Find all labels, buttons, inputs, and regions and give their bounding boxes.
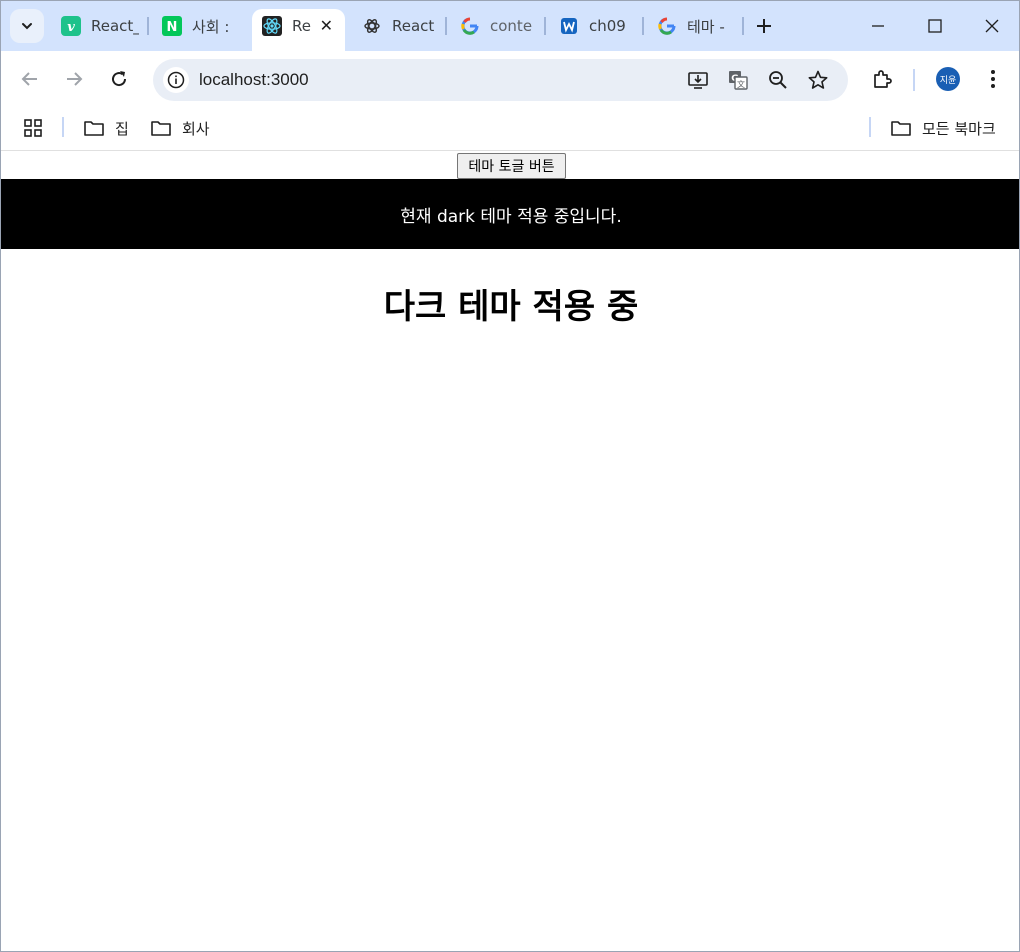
extensions-button[interactable] bbox=[870, 67, 894, 91]
folder-icon bbox=[151, 121, 171, 136]
forward-button[interactable] bbox=[62, 67, 86, 91]
translate-icon[interactable]: G文 bbox=[726, 68, 750, 92]
all-bookmarks-folder[interactable]: 모든 북마크 bbox=[890, 116, 996, 140]
tab-title: 테마 - bbox=[687, 17, 725, 36]
tab-google-theme[interactable]: 테마 - bbox=[657, 9, 729, 43]
folder-icon bbox=[891, 121, 911, 136]
maximize-button[interactable] bbox=[924, 15, 946, 37]
site-info-icon[interactable] bbox=[163, 67, 189, 93]
tab-title: ch09 ( bbox=[589, 17, 629, 35]
bookmark-label: 회사 bbox=[182, 119, 210, 138]
theme-banner: 현재 dark 테마 적용 중입니다. bbox=[1, 179, 1019, 249]
google-g-icon bbox=[657, 16, 677, 36]
tab-chatgpt[interactable]: React bbox=[362, 9, 434, 43]
minimize-icon bbox=[872, 25, 884, 27]
bookmark-star-icon[interactable] bbox=[806, 68, 830, 92]
tab-title: conte bbox=[490, 17, 532, 35]
plus-icon bbox=[757, 19, 771, 33]
bookmarks-bar: 집 회사 모든 북마크 bbox=[1, 109, 1019, 151]
svg-text:v: v bbox=[67, 20, 75, 35]
close-icon bbox=[985, 19, 999, 33]
google-g-icon bbox=[460, 16, 480, 36]
minimize-button[interactable] bbox=[867, 15, 889, 37]
apps-button[interactable] bbox=[23, 116, 53, 140]
browser-toolbar: localhost:3000 G文 bbox=[1, 51, 1019, 109]
svg-text:N: N bbox=[167, 20, 178, 35]
toolbar-divider bbox=[913, 69, 915, 91]
bookmark-folder-home[interactable]: 집 bbox=[83, 116, 129, 140]
close-window-button[interactable] bbox=[981, 15, 1003, 37]
close-tab-icon[interactable]: ✕ bbox=[320, 16, 333, 35]
tab-separator bbox=[445, 17, 447, 35]
tab-strip: v React_ N 사회 : Re ✕ React conte ch09 테마… bbox=[1, 1, 1019, 51]
profile-avatar[interactable]: 지윤 bbox=[936, 67, 960, 91]
page-heading: 다크 테마 적용 중 bbox=[383, 287, 639, 327]
browser-window: v React_ N 사회 : Re ✕ React conte ch09 테마… bbox=[0, 0, 1020, 952]
theme-toggle-button[interactable]: 테마 토글 버튼 bbox=[457, 153, 566, 179]
puzzle-icon bbox=[874, 70, 892, 88]
react-atom-icon bbox=[262, 16, 282, 36]
tab-title: React_ bbox=[91, 17, 139, 35]
install-app-icon[interactable] bbox=[686, 68, 710, 92]
bookmark-separator bbox=[62, 117, 64, 137]
reload-button[interactable] bbox=[107, 67, 131, 91]
reload-icon bbox=[112, 71, 127, 87]
wiki-w-icon bbox=[559, 16, 579, 36]
tab-search-button[interactable] bbox=[10, 9, 44, 43]
chevron-down-icon bbox=[22, 23, 32, 30]
tab-separator bbox=[742, 17, 744, 35]
tab-title: React bbox=[392, 17, 434, 35]
vue-v-icon: v bbox=[61, 16, 81, 36]
tab-title: 사회 : bbox=[192, 17, 230, 36]
svg-text:文: 文 bbox=[737, 79, 745, 89]
tab-google-context[interactable]: conte bbox=[460, 9, 532, 43]
zoom-out-icon[interactable] bbox=[766, 68, 790, 92]
tab-active-react[interactable]: Re ✕ bbox=[252, 9, 345, 51]
all-bookmarks-label: 모든 북마크 bbox=[922, 119, 996, 138]
tab-separator bbox=[544, 17, 546, 35]
banner-text: 현재 dark 테마 적용 중입니다. bbox=[400, 206, 622, 227]
tab-react-vue[interactable]: v React_ bbox=[61, 9, 139, 43]
url-text[interactable]: localhost:3000 bbox=[199, 70, 309, 90]
page-content: 테마 토글 버튼 현재 dark 테마 적용 중입니다. 다크 테마 적용 중 bbox=[1, 152, 1019, 951]
naver-n-icon: N bbox=[162, 16, 182, 36]
menu-button[interactable] bbox=[981, 67, 1005, 91]
openai-icon bbox=[362, 16, 382, 36]
kebab-menu-icon bbox=[991, 70, 995, 88]
tab-separator bbox=[642, 17, 644, 35]
folder-icon bbox=[84, 121, 104, 136]
tab-ch09[interactable]: ch09 ( bbox=[559, 9, 629, 43]
arrow-left-icon bbox=[21, 72, 37, 86]
address-bar[interactable]: localhost:3000 G文 bbox=[153, 59, 848, 101]
maximize-icon bbox=[928, 19, 942, 33]
tab-naver[interactable]: N 사회 : bbox=[162, 9, 236, 43]
apps-grid-icon bbox=[24, 119, 42, 137]
tab-title: Re bbox=[292, 17, 311, 35]
bookmark-label: 집 bbox=[115, 119, 129, 138]
bookmark-separator bbox=[869, 117, 871, 137]
back-button[interactable] bbox=[18, 67, 42, 91]
new-tab-button[interactable] bbox=[752, 14, 776, 38]
bookmark-folder-work[interactable]: 회사 bbox=[150, 116, 210, 140]
arrow-right-icon bbox=[67, 72, 83, 86]
tab-separator bbox=[147, 17, 149, 35]
